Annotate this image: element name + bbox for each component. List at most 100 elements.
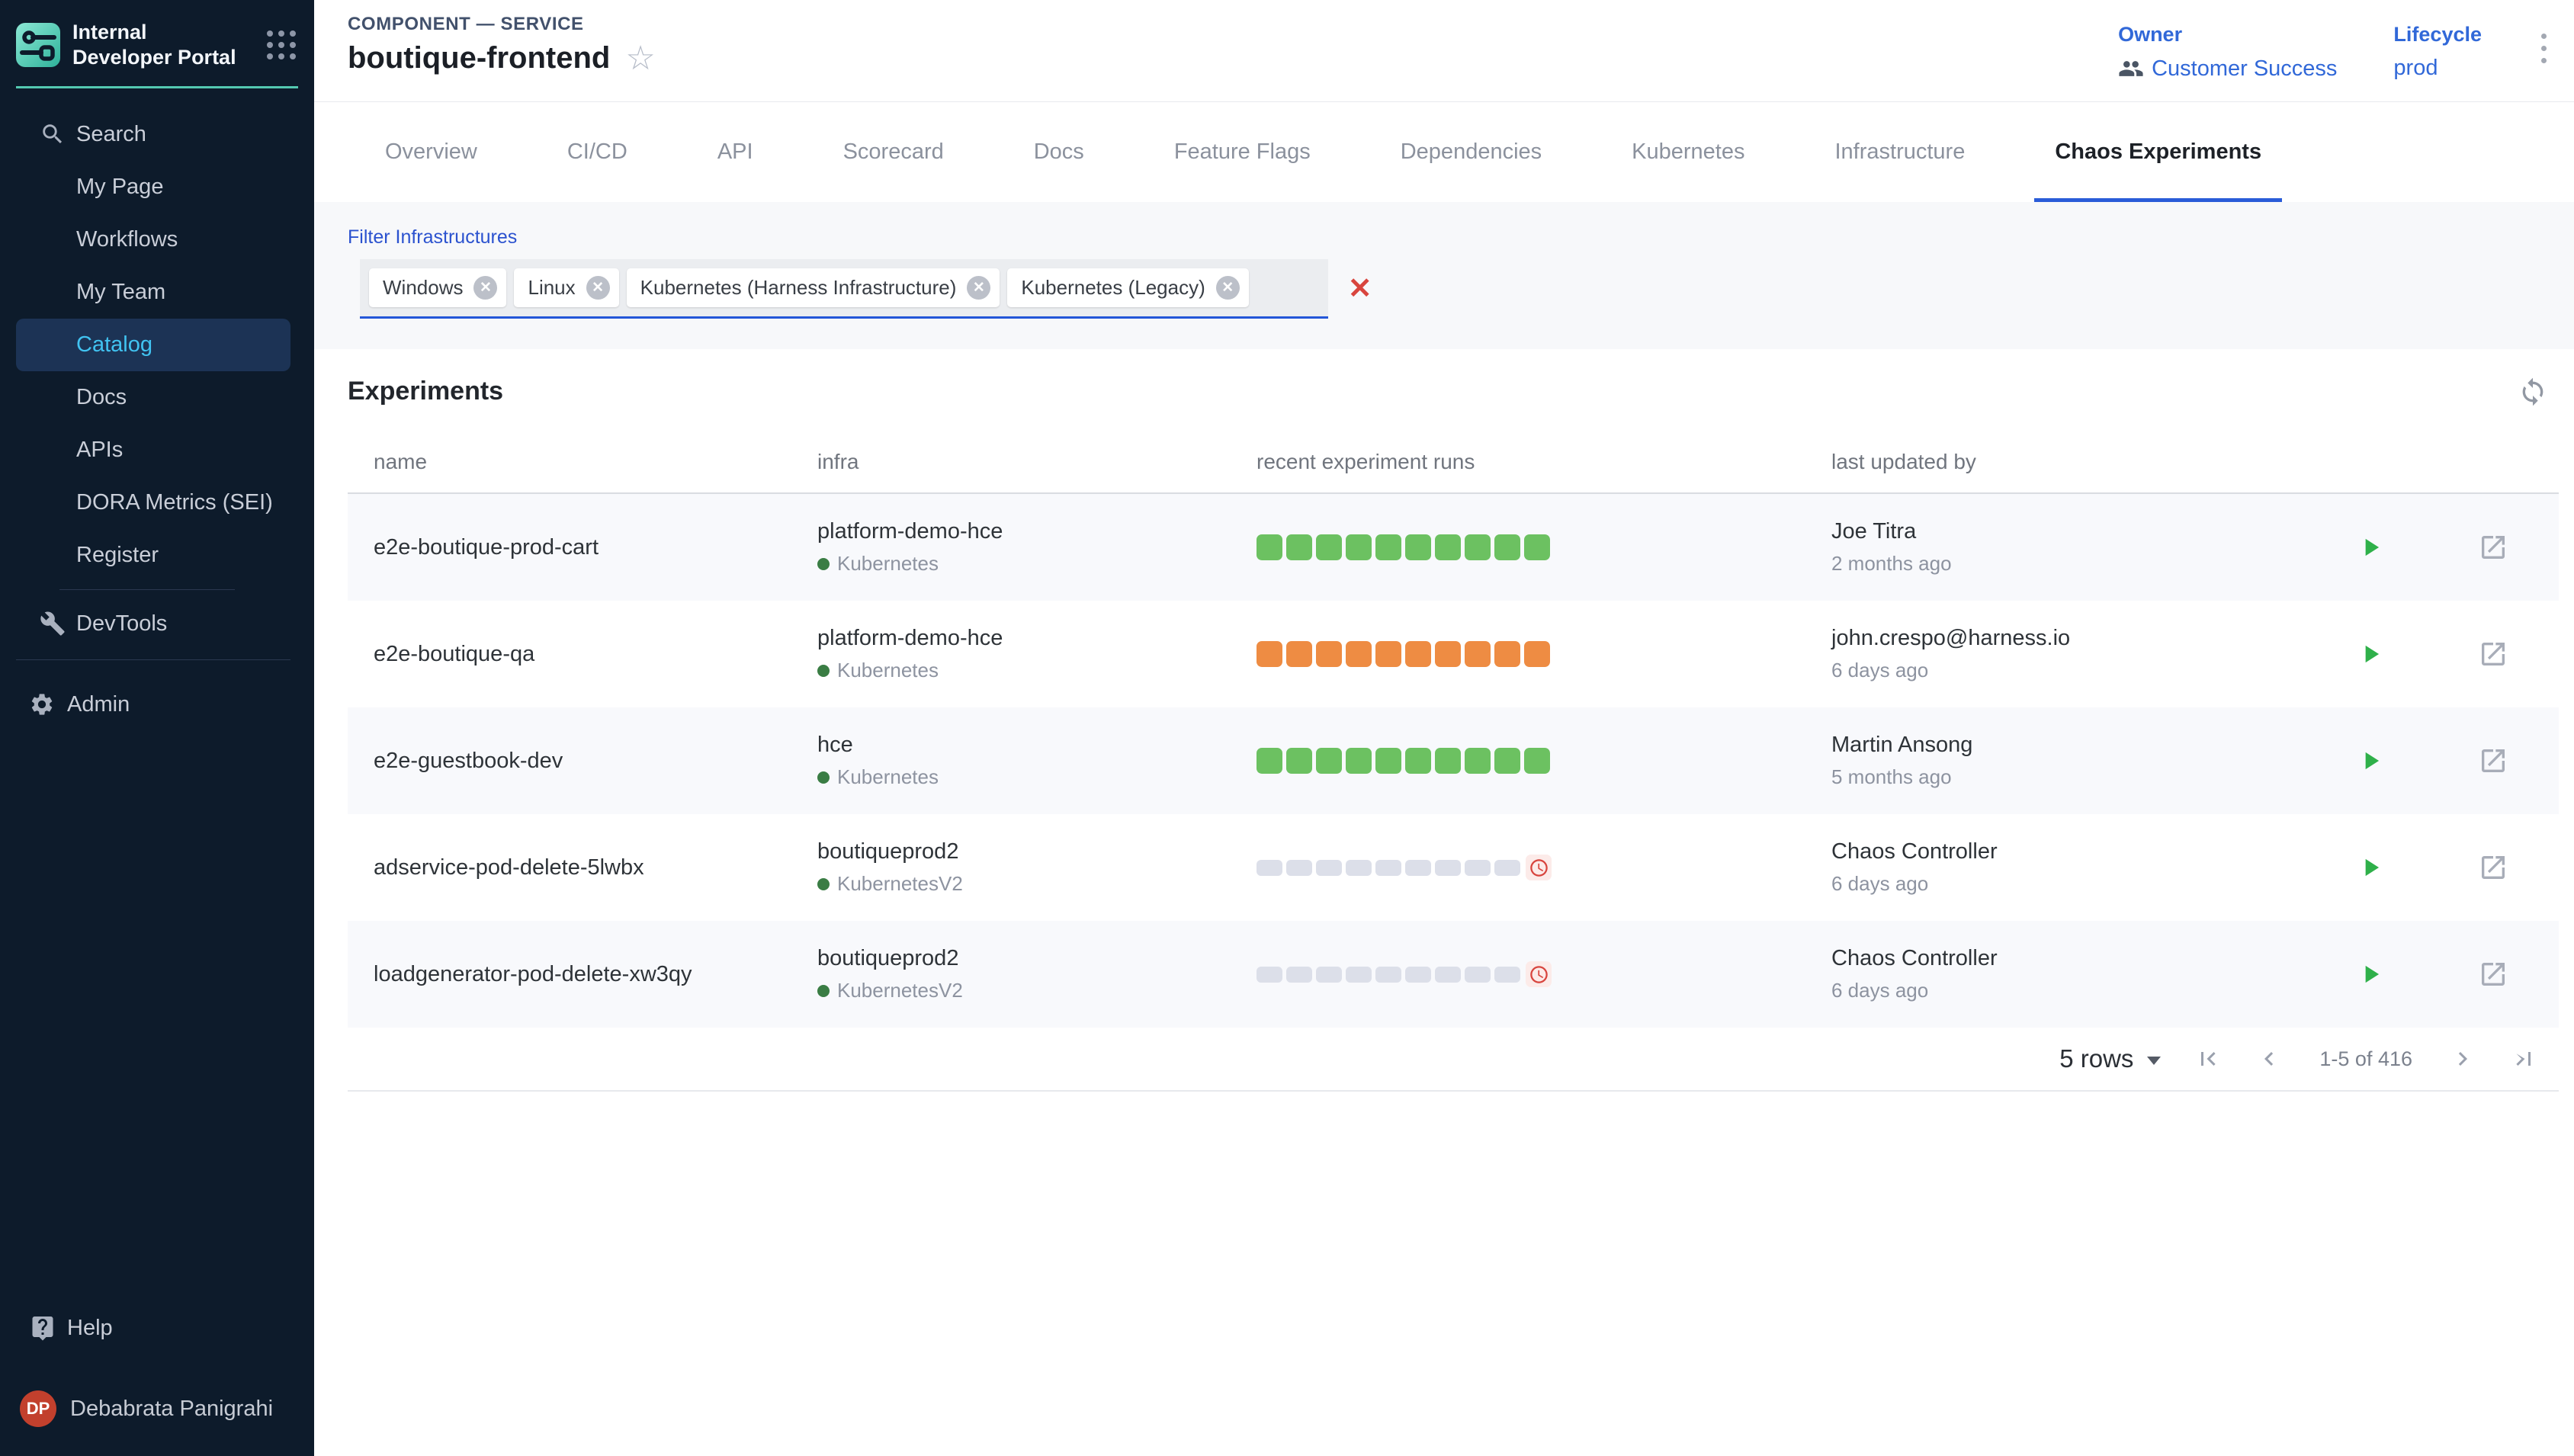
run-square-passed[interactable]	[1494, 748, 1520, 774]
run-experiment-button[interactable]	[2356, 533, 2385, 562]
run-square-passed[interactable]	[1286, 748, 1312, 774]
run-square-passed[interactable]	[1346, 748, 1372, 774]
open-experiment-icon[interactable]	[2478, 959, 2508, 989]
run-square-empty[interactable]	[1346, 967, 1372, 983]
run-square-failed[interactable]	[1375, 641, 1401, 667]
run-square-empty[interactable]	[1405, 967, 1431, 983]
run-square-failed[interactable]	[1405, 641, 1431, 667]
run-square-passed[interactable]	[1524, 534, 1550, 560]
run-square-empty[interactable]	[1286, 860, 1312, 876]
tab-scorecard[interactable]: Scorecard	[823, 102, 964, 202]
run-square-passed[interactable]	[1465, 748, 1491, 774]
run-square-empty[interactable]	[1405, 860, 1431, 876]
sidebar-item-apis[interactable]: APIs	[0, 424, 314, 476]
run-square-failed[interactable]	[1494, 641, 1520, 667]
sidebar-item-dora-metrics-sei[interactable]: DORA Metrics (SEI)	[0, 476, 314, 529]
tab-ci-cd[interactable]: CI/CD	[547, 102, 648, 202]
run-square-empty[interactable]	[1316, 860, 1342, 876]
run-square-passed[interactable]	[1524, 748, 1550, 774]
run-square-empty[interactable]	[1465, 967, 1491, 983]
run-square-passed[interactable]	[1286, 534, 1312, 560]
chip-remove-icon[interactable]: ✕	[586, 276, 610, 300]
chip-remove-icon[interactable]: ✕	[473, 276, 497, 300]
run-square-empty[interactable]	[1435, 860, 1461, 876]
table-row[interactable]: adservice-pod-delete-5lwbx boutiqueprod2…	[348, 814, 2559, 921]
prev-page-icon[interactable]	[2255, 1045, 2283, 1073]
chip-remove-icon[interactable]: ✕	[967, 276, 990, 300]
run-square-failed[interactable]	[1524, 641, 1550, 667]
run-experiment-button[interactable]	[2356, 853, 2385, 882]
tab-infrastructure[interactable]: Infrastructure	[1814, 102, 1985, 202]
favorite-star-icon[interactable]: ☆	[625, 42, 655, 75]
run-square-passed[interactable]	[1346, 534, 1372, 560]
filter-chip-linux[interactable]: Linux✕	[514, 268, 618, 307]
clear-filters-icon[interactable]: ✕	[1348, 274, 1372, 303]
sidebar-item-search[interactable]: Search	[0, 108, 314, 161]
filter-chip-kubernetes-legacy[interactable]: Kubernetes (Legacy)✕	[1007, 268, 1248, 307]
table-row[interactable]: e2e-guestbook-dev hce Kubernetes Martin …	[348, 707, 2559, 814]
sidebar-item-docs[interactable]: Docs	[0, 371, 314, 424]
run-square-empty[interactable]	[1375, 860, 1401, 876]
open-experiment-icon[interactable]	[2478, 746, 2508, 776]
run-experiment-button[interactable]	[2356, 960, 2385, 989]
tab-feature-flags[interactable]: Feature Flags	[1154, 102, 1331, 202]
run-square-failed[interactable]	[1465, 641, 1491, 667]
more-options-icon[interactable]	[2541, 23, 2547, 63]
filter-chip-kubernetes-harness-infrastructure[interactable]: Kubernetes (Harness Infrastructure)✕	[627, 268, 1000, 307]
open-experiment-icon[interactable]	[2478, 852, 2508, 883]
tab-overview[interactable]: Overview	[364, 102, 498, 202]
sidebar-item-my-page[interactable]: My Page	[0, 161, 314, 213]
run-square-passed[interactable]	[1257, 534, 1282, 560]
run-square-passed[interactable]	[1316, 534, 1342, 560]
sidebar-item-my-team[interactable]: My Team	[0, 266, 314, 319]
sidebar-item-admin[interactable]: Admin	[0, 678, 314, 731]
run-experiment-button[interactable]	[2356, 640, 2385, 669]
tab-api[interactable]: API	[697, 102, 774, 202]
table-row[interactable]: e2e-boutique-qa platform-demo-hce Kubern…	[348, 601, 2559, 707]
overdue-clock-icon[interactable]	[1526, 855, 1552, 880]
run-square-passed[interactable]	[1465, 534, 1491, 560]
run-square-passed[interactable]	[1375, 748, 1401, 774]
sidebar-item-catalog[interactable]: Catalog	[16, 319, 290, 371]
chip-remove-icon[interactable]: ✕	[1216, 276, 1240, 300]
first-page-icon[interactable]	[2194, 1045, 2222, 1073]
apps-grid-icon[interactable]	[267, 30, 296, 59]
run-square-failed[interactable]	[1286, 641, 1312, 667]
sidebar-item-devtools[interactable]: DevTools	[0, 598, 314, 650]
table-row[interactable]: e2e-boutique-prod-cart platform-demo-hce…	[348, 494, 2559, 601]
next-page-icon[interactable]	[2449, 1045, 2476, 1073]
run-square-empty[interactable]	[1257, 860, 1282, 876]
run-square-empty[interactable]	[1286, 967, 1312, 983]
refresh-icon[interactable]	[2518, 377, 2548, 407]
run-square-passed[interactable]	[1494, 534, 1520, 560]
open-experiment-icon[interactable]	[2478, 532, 2508, 563]
owner-link[interactable]: Customer Success	[2118, 56, 2337, 82]
run-square-passed[interactable]	[1435, 534, 1461, 560]
run-square-passed[interactable]	[1316, 748, 1342, 774]
run-square-failed[interactable]	[1257, 641, 1282, 667]
run-square-empty[interactable]	[1375, 967, 1401, 983]
run-square-failed[interactable]	[1346, 641, 1372, 667]
run-square-empty[interactable]	[1494, 967, 1520, 983]
run-square-empty[interactable]	[1465, 860, 1491, 876]
tab-docs[interactable]: Docs	[1013, 102, 1105, 202]
run-square-empty[interactable]	[1257, 967, 1282, 983]
run-square-passed[interactable]	[1257, 748, 1282, 774]
run-square-passed[interactable]	[1405, 748, 1431, 774]
overdue-clock-icon[interactable]	[1526, 961, 1552, 987]
tab-dependencies[interactable]: Dependencies	[1380, 102, 1562, 202]
run-square-empty[interactable]	[1346, 860, 1372, 876]
run-square-passed[interactable]	[1405, 534, 1431, 560]
table-row[interactable]: loadgenerator-pod-delete-xw3qy boutiquep…	[348, 921, 2559, 1028]
last-page-icon[interactable]	[2510, 1045, 2537, 1073]
rows-per-page-select[interactable]: 5 rows	[2059, 1044, 2161, 1073]
help-button[interactable]: Help	[0, 1305, 314, 1351]
run-square-empty[interactable]	[1435, 967, 1461, 983]
run-square-empty[interactable]	[1494, 860, 1520, 876]
run-square-passed[interactable]	[1375, 534, 1401, 560]
run-square-failed[interactable]	[1316, 641, 1342, 667]
filter-infrastructures-link[interactable]: Filter Infrastructures	[348, 226, 517, 249]
sidebar-item-register[interactable]: Register	[0, 529, 314, 582]
tab-chaos-experiments[interactable]: Chaos Experiments	[2034, 102, 2282, 202]
run-square-empty[interactable]	[1316, 967, 1342, 983]
